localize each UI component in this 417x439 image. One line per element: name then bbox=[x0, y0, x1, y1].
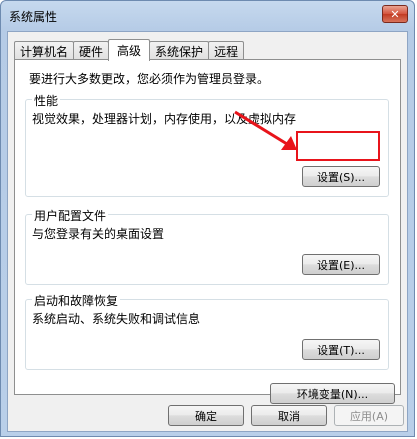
annotation-arrow-icon bbox=[234, 110, 297, 150]
tab-advanced[interactable]: 高级 bbox=[108, 39, 151, 61]
